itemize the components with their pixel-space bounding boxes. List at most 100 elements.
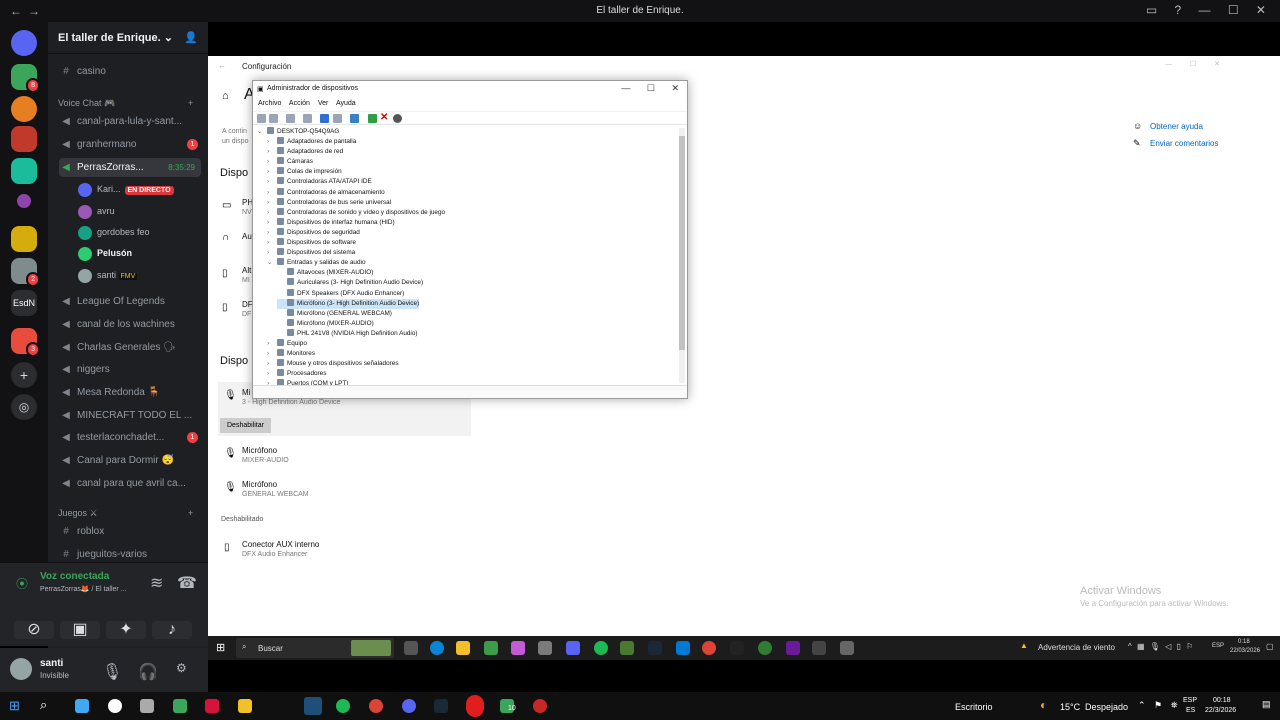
tree-view-icon[interactable] bbox=[286, 114, 295, 123]
user-name[interactable]: santi bbox=[40, 658, 63, 669]
settings-icon[interactable] bbox=[812, 641, 826, 655]
scan-hardware-icon[interactable] bbox=[350, 114, 359, 123]
get-help-link[interactable]: Obtener ayuda bbox=[1150, 122, 1203, 131]
file-explorer-icon[interactable] bbox=[238, 699, 252, 713]
device-tree-node[interactable]: › Adaptadores de red bbox=[267, 147, 343, 157]
device-tree-node[interactable]: Auriculares (3- High Definition Audio De… bbox=[277, 278, 423, 288]
add-server-icon[interactable]: + bbox=[11, 362, 37, 388]
expand-chevron-icon[interactable]: › bbox=[267, 218, 277, 228]
server-icon[interactable] bbox=[11, 226, 37, 252]
clock-date[interactable]: 22/03/2026 bbox=[1230, 648, 1260, 654]
voice-channel[interactable]: ◀ testerlaconchadet... 1 bbox=[59, 428, 204, 447]
download-driver-icon[interactable] bbox=[393, 114, 402, 123]
device-tree-node[interactable]: › Colas de impresión bbox=[267, 167, 342, 177]
menu-ver[interactable]: Ver bbox=[318, 100, 329, 107]
app-icon[interactable] bbox=[758, 641, 772, 655]
add-channel-icon[interactable]: + bbox=[188, 508, 193, 518]
device-tree-node[interactable]: › Controladoras de almacenamiento bbox=[267, 187, 385, 198]
soundboard-button[interactable]: ♪ bbox=[152, 621, 192, 639]
voice-channel[interactable]: ◀ granhermano 1 bbox=[59, 135, 204, 154]
device-tree-node[interactable]: › Dispositivos de seguridad bbox=[267, 227, 360, 238]
search-box[interactable]: ⌕ Buscar bbox=[236, 638, 394, 658]
windows-start-icon[interactable]: ⊞ bbox=[216, 641, 225, 654]
server-icon[interactable] bbox=[11, 126, 37, 152]
menu-archivo[interactable]: Archivo bbox=[258, 100, 281, 107]
explore-icon[interactable]: ◎ bbox=[11, 394, 37, 420]
microphone-icon[interactable]: 🎙 bbox=[102, 662, 122, 682]
spotify-icon[interactable] bbox=[336, 699, 350, 713]
category-juegos[interactable]: Juegos ⚔ + bbox=[58, 508, 193, 519]
view-icon[interactable] bbox=[333, 114, 342, 123]
output-device[interactable]: Alt MI bbox=[242, 266, 251, 284]
app-icon[interactable] bbox=[620, 641, 634, 655]
device-tree-node[interactable]: › Equipo bbox=[267, 339, 307, 349]
expand-chevron-icon[interactable]: › bbox=[267, 238, 277, 248]
forward-icon[interactable] bbox=[269, 114, 278, 123]
input-device[interactable]: Micrófono GENERAL WEBCAM bbox=[242, 480, 309, 498]
voice-channel[interactable]: ◀ Canal para Dormir 😴 bbox=[59, 451, 204, 470]
expand-chevron-icon[interactable]: › bbox=[267, 359, 277, 369]
expand-chevron-icon[interactable]: › bbox=[267, 188, 277, 198]
help-icon[interactable] bbox=[320, 114, 329, 123]
language-indicator[interactable]: ESP bbox=[1183, 697, 1197, 704]
avatar[interactable] bbox=[10, 658, 32, 680]
device-tree-node[interactable]: › Dispositivos de software bbox=[267, 238, 356, 248]
tree-scrollbar[interactable] bbox=[679, 128, 685, 383]
clock-time[interactable]: 00:18 bbox=[1213, 697, 1231, 704]
search-icon[interactable]: ⌕ bbox=[40, 697, 47, 713]
gamepad-icon[interactable] bbox=[140, 699, 154, 713]
tree-root[interactable]: ⌄ DESKTOP-Q54Q9AG bbox=[257, 127, 339, 137]
voice-channel[interactable]: ◀ canal de los wachines bbox=[59, 315, 204, 334]
app-icon[interactable] bbox=[533, 699, 547, 713]
expand-chevron-icon[interactable]: ⌄ bbox=[267, 258, 277, 268]
channel-casino[interactable]: # casino bbox=[59, 62, 204, 81]
server-header[interactable]: El taller de Enrique. ⌄ 👤 bbox=[48, 22, 208, 54]
notifications-icon[interactable]: ▤ bbox=[1262, 699, 1271, 710]
edge-icon[interactable] bbox=[430, 641, 444, 655]
chrome-icon[interactable] bbox=[369, 699, 383, 713]
device-tree-node[interactable]: Altavoces (MIXER-AUDIO) bbox=[277, 268, 373, 278]
copilot-icon[interactable] bbox=[75, 699, 89, 713]
text-channel[interactable]: # roblox bbox=[59, 522, 204, 541]
opera-icon[interactable] bbox=[466, 695, 484, 717]
app-icon[interactable] bbox=[730, 641, 744, 655]
voice-member[interactable]: Kari... EN DIRECTO bbox=[78, 180, 174, 198]
app-icon[interactable] bbox=[173, 699, 187, 713]
disabled-device[interactable]: Conector AUX interno DFX Audio Enhancer bbox=[242, 540, 319, 558]
back-icon[interactable] bbox=[257, 114, 266, 123]
voice-member[interactable]: Pelusón bbox=[78, 244, 132, 262]
clock-date[interactable]: 22/3/2026 bbox=[1205, 707, 1236, 714]
voice-channel-active[interactable]: ◀ PerrasZorras... 8:35:29 bbox=[59, 158, 201, 177]
app-icon[interactable] bbox=[484, 641, 498, 655]
app-icon[interactable] bbox=[205, 699, 219, 713]
gear-icon[interactable]: ⚙ bbox=[176, 661, 187, 675]
device-tree-node[interactable]: › Controladoras de bus serie universal bbox=[267, 197, 391, 208]
expand-chevron-icon[interactable]: › bbox=[267, 198, 277, 208]
menu-ayuda[interactable]: Ayuda bbox=[336, 100, 356, 107]
expand-chevron-icon[interactable]: › bbox=[267, 137, 277, 147]
disable-button[interactable]: Deshabilitar bbox=[220, 418, 271, 433]
add-member-icon[interactable]: 👤 bbox=[184, 31, 198, 44]
expand-chevron-icon[interactable]: › bbox=[267, 177, 277, 187]
device-manager-taskbar-icon[interactable] bbox=[840, 641, 854, 655]
expand-chevron-icon[interactable]: › bbox=[267, 208, 277, 218]
voice-channel[interactable]: ◀ niggers bbox=[59, 360, 204, 379]
device-tree-node[interactable]: › Controladoras ATA/ATAPI IDE bbox=[267, 177, 372, 187]
file-explorer-icon[interactable] bbox=[456, 641, 470, 655]
voice-location[interactable]: PerrasZorras🦊 / El taller ... bbox=[40, 585, 127, 593]
app-icon[interactable] bbox=[538, 641, 552, 655]
voice-channel[interactable]: ◀ League Of Legends bbox=[59, 292, 204, 311]
keyboard-layout[interactable]: ES bbox=[1186, 707, 1195, 714]
window-controls[interactable]: ▭ ? — ☐ ✕ bbox=[1146, 3, 1266, 17]
expand-chevron-icon[interactable]: › bbox=[267, 167, 277, 177]
expand-chevron-icon[interactable]: › bbox=[267, 339, 277, 349]
weather-condition[interactable]: Despejado bbox=[1085, 702, 1128, 712]
add-channel-icon[interactable]: + bbox=[188, 98, 193, 108]
voice-channel[interactable]: ◀ Charlas Generales 🗣 bbox=[59, 338, 204, 357]
device-tree-node[interactable]: › Controladoras de sonido y vídeo y dispo… bbox=[267, 207, 445, 218]
weather-temp[interactable]: 15°C bbox=[1060, 702, 1080, 712]
settings-window-controls[interactable]: — ☐ ✕ bbox=[1165, 60, 1220, 68]
device-tree-node[interactable]: Micrófono (MIXER-AUDIO) bbox=[277, 318, 374, 329]
headphones-icon[interactable]: 🎧 bbox=[138, 662, 158, 682]
update-driver-icon[interactable] bbox=[368, 114, 377, 123]
